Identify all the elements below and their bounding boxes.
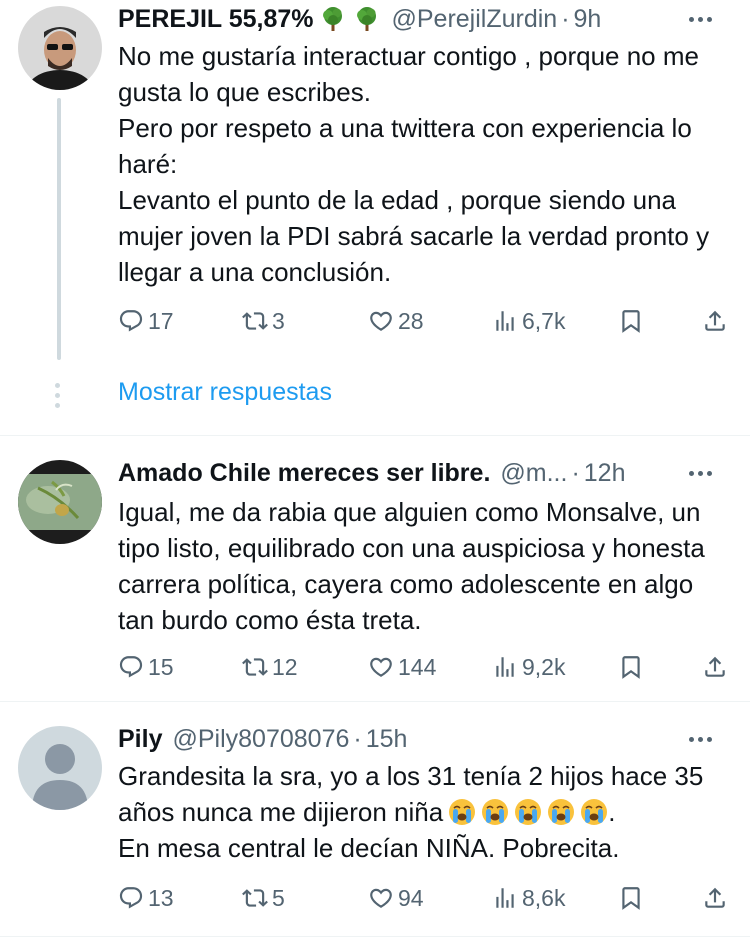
more-options-icon[interactable] bbox=[689, 736, 712, 742]
reply-button[interactable]: 17 bbox=[118, 301, 174, 341]
tweet-header: Amado Chile mereces ser libre. @m... · 1… bbox=[118, 456, 732, 490]
bookmark-icon bbox=[618, 654, 644, 680]
retweet-button[interactable]: 12 bbox=[242, 647, 298, 687]
tweet-text-part: Grandesita la sra, yo a los 31 tenía 2 h… bbox=[118, 761, 704, 827]
tweet-3[interactable]: Pily @Pily80708076 · 15h Grandesita la s… bbox=[0, 702, 750, 940]
like-button[interactable]: 94 bbox=[368, 878, 424, 918]
bookmark-button[interactable] bbox=[618, 647, 644, 687]
avatar[interactable] bbox=[18, 460, 102, 544]
separator-dot: · bbox=[561, 4, 570, 33]
tweet-1[interactable]: PEREJIL 55,87% @PerejilZurdin · 9h No me… bbox=[0, 0, 750, 435]
avatar-image bbox=[18, 6, 102, 90]
reply-count: 17 bbox=[148, 307, 174, 334]
bookmark-icon bbox=[618, 885, 644, 911]
tweet-text: Igual, me da rabia que alguien como Mons… bbox=[118, 497, 705, 635]
share-icon bbox=[702, 654, 728, 680]
divider bbox=[0, 936, 750, 937]
heart-icon bbox=[368, 885, 394, 911]
reply-button[interactable]: 13 bbox=[118, 878, 174, 918]
retweet-count: 3 bbox=[272, 307, 285, 334]
views-icon bbox=[492, 308, 518, 334]
share-button[interactable] bbox=[702, 878, 728, 918]
avatar[interactable] bbox=[18, 726, 102, 810]
show-replies-link[interactable]: Mostrar respuestas bbox=[118, 378, 332, 407]
avatar[interactable] bbox=[18, 6, 102, 90]
bookmark-button[interactable] bbox=[618, 301, 644, 341]
tweet-2[interactable]: Amado Chile mereces ser libre. @m... · 1… bbox=[0, 436, 750, 701]
share-icon bbox=[702, 308, 728, 334]
bookmark-icon bbox=[618, 308, 644, 334]
share-icon bbox=[702, 885, 728, 911]
view-count: 6,7k bbox=[522, 307, 566, 334]
handle[interactable]: @m... bbox=[500, 459, 567, 488]
default-avatar-icon bbox=[18, 726, 102, 810]
share-button[interactable] bbox=[702, 647, 728, 687]
like-count: 28 bbox=[398, 307, 424, 334]
display-name[interactable]: Pily bbox=[118, 725, 162, 754]
reply-count: 15 bbox=[148, 653, 174, 680]
views-button[interactable]: 6,7k bbox=[492, 301, 565, 341]
loudly-crying-face-icon bbox=[481, 798, 509, 826]
bookmark-button[interactable] bbox=[618, 878, 644, 918]
views-button[interactable]: 8,6k bbox=[492, 878, 565, 918]
action-bar: 17 3 28 6,7k bbox=[118, 301, 734, 341]
loudly-crying-face-icon bbox=[580, 798, 608, 826]
separator-dot: · bbox=[353, 724, 362, 753]
timestamp[interactable]: 12h bbox=[584, 459, 626, 488]
display-name[interactable]: Amado Chile mereces ser libre. bbox=[118, 459, 490, 488]
retweet-icon bbox=[242, 885, 268, 911]
view-count: 9,2k bbox=[522, 653, 566, 680]
thread-continuation-dots bbox=[55, 383, 60, 408]
loudly-crying-face-icon bbox=[514, 798, 542, 826]
more-options-icon[interactable] bbox=[689, 470, 712, 476]
tweet-header: Pily @Pily80708076 · 15h bbox=[118, 722, 732, 756]
handle[interactable]: @Pily80708076 bbox=[172, 725, 349, 754]
more-options-icon[interactable] bbox=[689, 16, 712, 22]
like-count: 144 bbox=[398, 653, 437, 680]
reply-icon bbox=[118, 308, 144, 334]
view-count: 8,6k bbox=[522, 884, 566, 911]
timestamp[interactable]: 9h bbox=[574, 5, 602, 34]
tweet-header: PEREJIL 55,87% @PerejilZurdin · 9h bbox=[118, 2, 732, 36]
retweet-button[interactable]: 5 bbox=[242, 878, 285, 918]
retweet-icon bbox=[242, 308, 268, 334]
retweet-count: 12 bbox=[272, 653, 298, 680]
views-button[interactable]: 9,2k bbox=[492, 647, 565, 687]
like-count: 94 bbox=[398, 884, 424, 911]
heart-icon bbox=[368, 654, 394, 680]
action-bar: 15 12 144 9,2k bbox=[118, 647, 734, 687]
display-name[interactable]: PEREJIL 55,87% bbox=[118, 5, 313, 34]
share-button[interactable] bbox=[702, 301, 728, 341]
views-icon bbox=[492, 654, 518, 680]
reply-icon bbox=[118, 654, 144, 680]
views-icon bbox=[492, 885, 518, 911]
action-bar: 13 5 94 8,6k bbox=[118, 878, 734, 918]
timestamp[interactable]: 15h bbox=[366, 725, 408, 754]
heart-icon bbox=[368, 308, 394, 334]
separator-dot: · bbox=[571, 458, 580, 487]
retweet-count: 5 bbox=[272, 884, 285, 911]
tree-icon bbox=[353, 5, 381, 33]
tree-icon bbox=[319, 5, 347, 33]
like-button[interactable]: 28 bbox=[368, 301, 424, 341]
thread-line bbox=[57, 98, 61, 360]
loudly-crying-face-icon bbox=[547, 798, 575, 826]
tweet-text: Grandesita la sra, yo a los 31 tenía 2 h… bbox=[118, 758, 728, 866]
avatar-image bbox=[18, 460, 102, 544]
reply-button[interactable]: 15 bbox=[118, 647, 174, 687]
loudly-crying-face-icon bbox=[448, 798, 476, 826]
handle[interactable]: @PerejilZurdin bbox=[391, 5, 557, 34]
reply-count: 13 bbox=[148, 884, 174, 911]
reply-icon bbox=[118, 885, 144, 911]
like-button[interactable]: 144 bbox=[368, 647, 436, 687]
retweet-icon bbox=[242, 654, 268, 680]
retweet-button[interactable]: 3 bbox=[242, 301, 285, 341]
tweet-text: No me gustaría interactuar contigo , por… bbox=[118, 41, 710, 287]
